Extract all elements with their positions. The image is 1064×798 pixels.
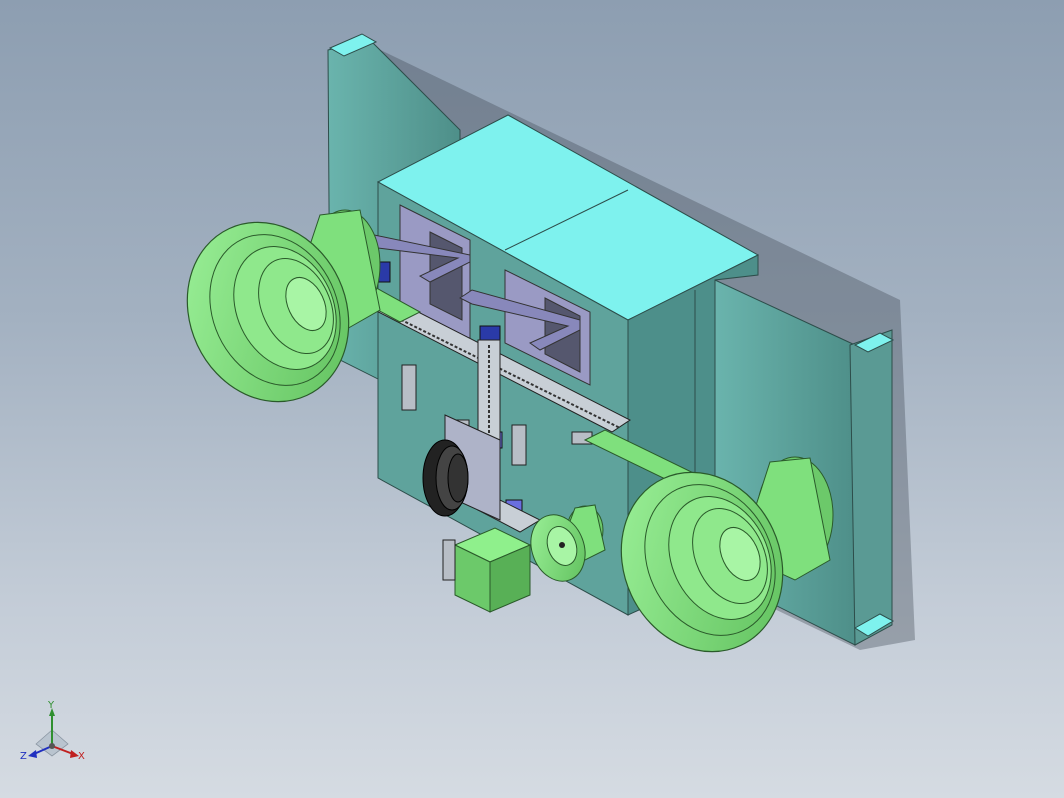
control-box — [442, 527, 532, 613]
y-axis-label: Y — [47, 700, 55, 711]
x-axis-label: X — [78, 751, 85, 762]
cad-viewport[interactable]: Y X Z — [0, 0, 1064, 798]
z-axis-label: Z — [20, 751, 27, 762]
left-vibratory-bowl — [186, 209, 381, 403]
coordinate-triad-icon: Y X Z — [20, 700, 85, 762]
3d-model-view[interactable] — [0, 0, 1064, 798]
